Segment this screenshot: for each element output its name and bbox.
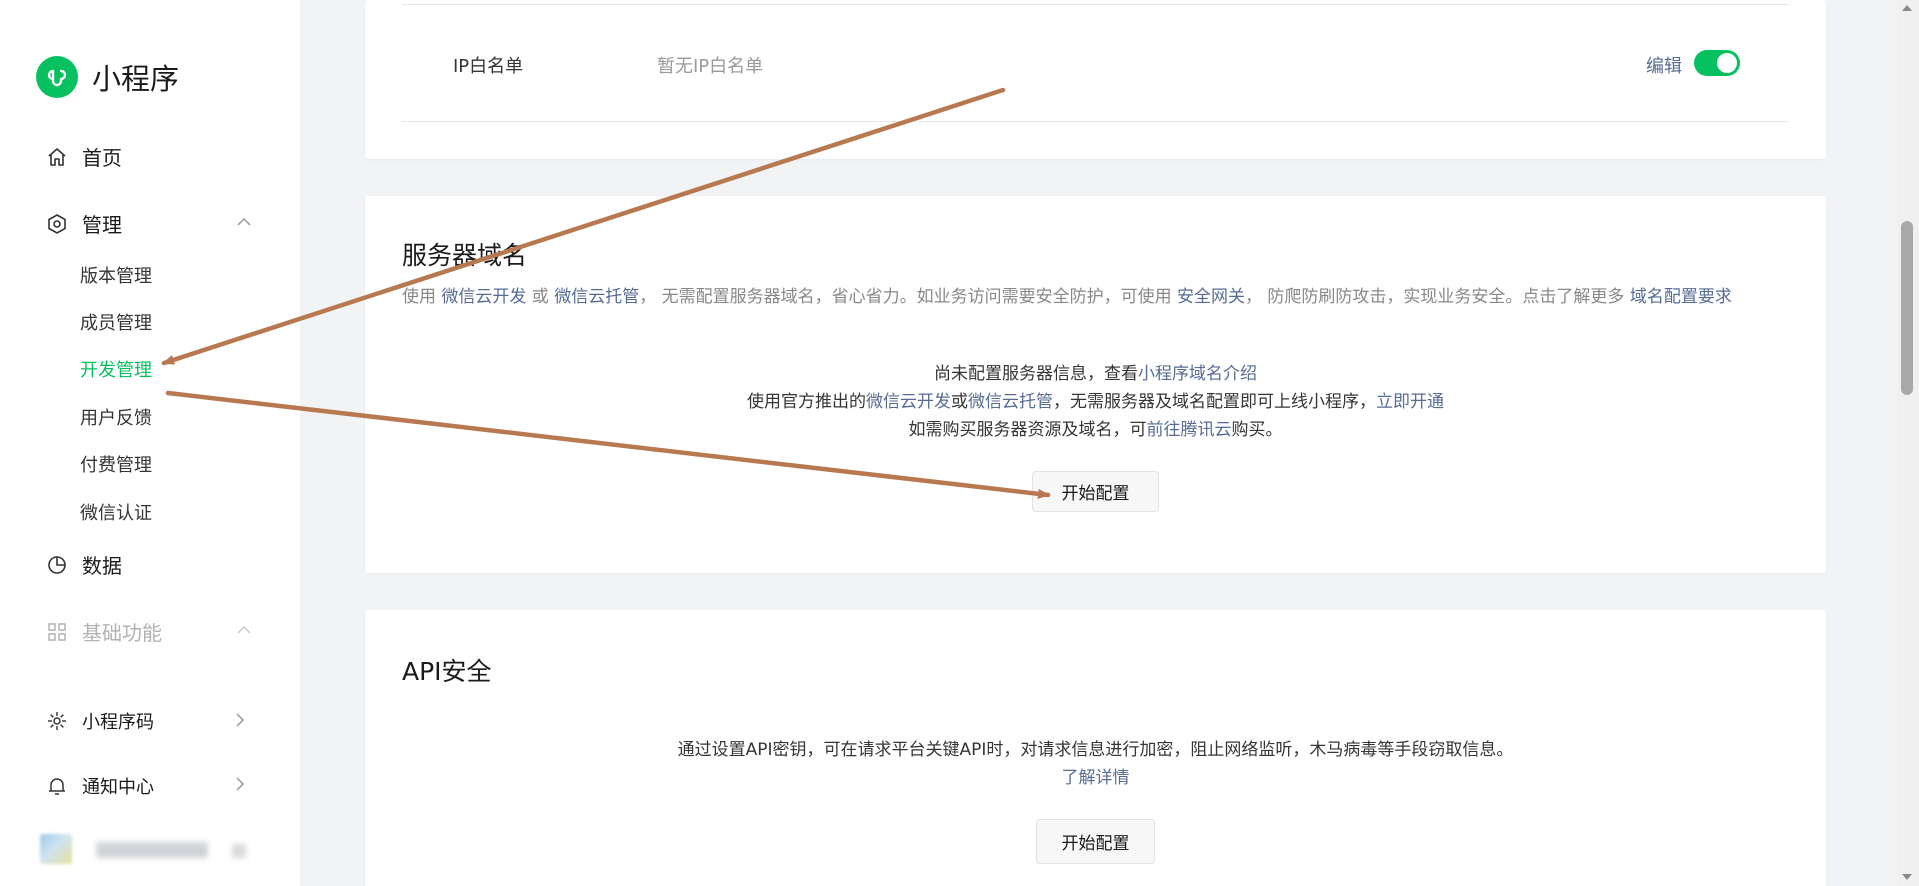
nav-manage[interactable]: 管理 — [46, 209, 122, 238]
desc-text: ， 防爬防刷防攻击，实现业务安全。点击了解更多 — [1245, 287, 1630, 307]
ip-whitelist-label: IP白名单 — [453, 56, 524, 77]
nav-basic-label: 基础功能 — [82, 621, 162, 645]
desc-text: 使用 — [402, 287, 442, 307]
server-start-config-button[interactable]: 开始配置 — [1032, 471, 1159, 512]
nav-notify-label: 通知中心 — [82, 777, 154, 798]
line-text: 使用官方推出的 — [747, 392, 866, 412]
sidebar-item-members[interactable]: 成员管理 — [80, 309, 152, 335]
nav-data[interactable]: 数据 — [46, 550, 122, 579]
sidebar-item-version[interactable]: 版本管理 — [80, 262, 152, 288]
line-text: ，无需服务器及域名配置即可上线小程序， — [1053, 392, 1376, 412]
divider — [402, 4, 1789, 5]
cloud-hosting-link[interactable]: 微信云托管 — [968, 392, 1053, 412]
desc-text: ， 无需配置服务器域名，省心省力。如业务访问需要安全防护，可使用 — [639, 287, 1178, 307]
line-text: 或 — [951, 392, 968, 412]
server-domain-desc: 使用 微信云开发 或 微信云托管， 无需配置服务器域名，省心省力。如业务访问需要… — [402, 282, 1732, 307]
nav-home[interactable]: 首页 — [46, 142, 122, 171]
chevron-right-icon[interactable] — [230, 710, 250, 730]
manage-icon — [46, 213, 68, 235]
ip-whitelist-value: 暂无IP白名单 — [657, 56, 764, 77]
api-security-message: 通过设置API密钥，可在请求平台关键API时，对请求信息进行加密，阻止网络监听，… — [365, 736, 1826, 792]
home-icon — [46, 146, 68, 168]
domain-intro-link[interactable]: 小程序域名介绍 — [1138, 364, 1257, 384]
server-domain-card: 服务器域名 使用 微信云开发 或 微信云托管， 无需配置服务器域名，省心省力。如… — [365, 196, 1826, 573]
api-start-config-button[interactable]: 开始配置 — [1036, 819, 1155, 864]
nav-data-label: 数据 — [82, 554, 122, 578]
api-security-card: API安全 通过设置API密钥，可在请求平台关键API时，对请求信息进行加密，阻… — [365, 610, 1826, 886]
account-extra-redacted — [232, 844, 246, 858]
nav-basic[interactable]: 基础功能 — [46, 617, 162, 646]
api-desc: 通过设置API密钥，可在请求平台关键API时，对请求信息进行加密，阻止网络监听，… — [677, 740, 1514, 760]
scroll-up-arrow-icon[interactable] — [1902, 5, 1912, 11]
brand[interactable]: 小程序 — [36, 56, 179, 98]
security-gateway-link[interactable]: 安全网关 — [1177, 287, 1245, 307]
scrollbar-thumb[interactable] — [1901, 221, 1913, 395]
ip-whitelist-toggle[interactable] — [1694, 50, 1740, 76]
divider — [402, 121, 1789, 122]
server-line-1: 尚未配置服务器信息，查看小程序域名介绍 — [365, 360, 1826, 388]
line-text: 如需购买服务器资源及域名，可 — [908, 420, 1147, 440]
pie-chart-icon — [46, 554, 68, 576]
nav-manage-label: 管理 — [82, 213, 122, 237]
grid-icon — [46, 621, 68, 643]
nav-notify[interactable]: 通知中心 — [46, 773, 154, 799]
desc-text: 或 — [526, 287, 555, 307]
line-text: 尚未配置服务器信息，查看 — [934, 364, 1138, 384]
tencent-cloud-link[interactable]: 前往腾讯云 — [1147, 420, 1232, 440]
chevron-up-icon[interactable] — [234, 212, 254, 232]
chevron-right-icon[interactable] — [230, 774, 250, 794]
nav-home-label: 首页 — [82, 146, 122, 170]
bell-icon — [46, 775, 68, 797]
sidebar: 小程序 首页 管理 版本管理 成员管理 开发管理 用户反馈 付费管理 微信认证 … — [0, 0, 300, 886]
domain-requirements-link[interactable]: 域名配置要求 — [1630, 287, 1732, 307]
ip-whitelist-edit-link[interactable]: 编辑 — [1646, 52, 1682, 78]
account-name-redacted[interactable] — [96, 842, 208, 858]
miniprogram-logo-icon — [36, 56, 78, 98]
scroll-down-arrow-icon[interactable] — [1902, 874, 1912, 880]
api-security-title: API安全 — [402, 657, 492, 686]
server-line-3: 如需购买服务器资源及域名，可前往腾讯云购买。 — [365, 416, 1826, 444]
qrcode-icon — [46, 710, 68, 732]
sidebar-item-dev[interactable]: 开发管理 — [80, 356, 152, 382]
scrollbar-track[interactable] — [1897, 0, 1919, 886]
server-line-2: 使用官方推出的微信云开发或微信云托管，无需服务器及域名配置即可上线小程序，立即开… — [365, 388, 1826, 416]
wx-cloud-dev-link[interactable]: 微信云开发 — [441, 287, 526, 307]
activate-now-link[interactable]: 立即开通 — [1376, 392, 1444, 412]
sidebar-item-feedback[interactable]: 用户反馈 — [80, 404, 152, 430]
cloud-dev-link[interactable]: 微信云开发 — [866, 392, 951, 412]
chevron-up-icon[interactable] — [234, 620, 254, 640]
nav-qrcode[interactable]: 小程序码 — [46, 708, 154, 734]
api-learn-more-link[interactable]: 了解详情 — [1062, 768, 1130, 788]
sidebar-item-verify[interactable]: 微信认证 — [80, 499, 152, 525]
ip-whitelist-card: IP白名单 暂无IP白名单 编辑 — [365, 0, 1826, 159]
brand-name: 小程序 — [92, 62, 180, 96]
server-domain-title: 服务器域名 — [402, 241, 528, 270]
avatar[interactable] — [40, 834, 72, 864]
nav-qrcode-label: 小程序码 — [82, 712, 154, 733]
wx-cloud-hosting-link[interactable]: 微信云托管 — [554, 287, 639, 307]
line-text: 购买。 — [1231, 420, 1283, 440]
server-empty-message: 尚未配置服务器信息，查看小程序域名介绍 使用官方推出的微信云开发或微信云托管，无… — [365, 360, 1826, 444]
sidebar-item-payment[interactable]: 付费管理 — [80, 451, 152, 477]
